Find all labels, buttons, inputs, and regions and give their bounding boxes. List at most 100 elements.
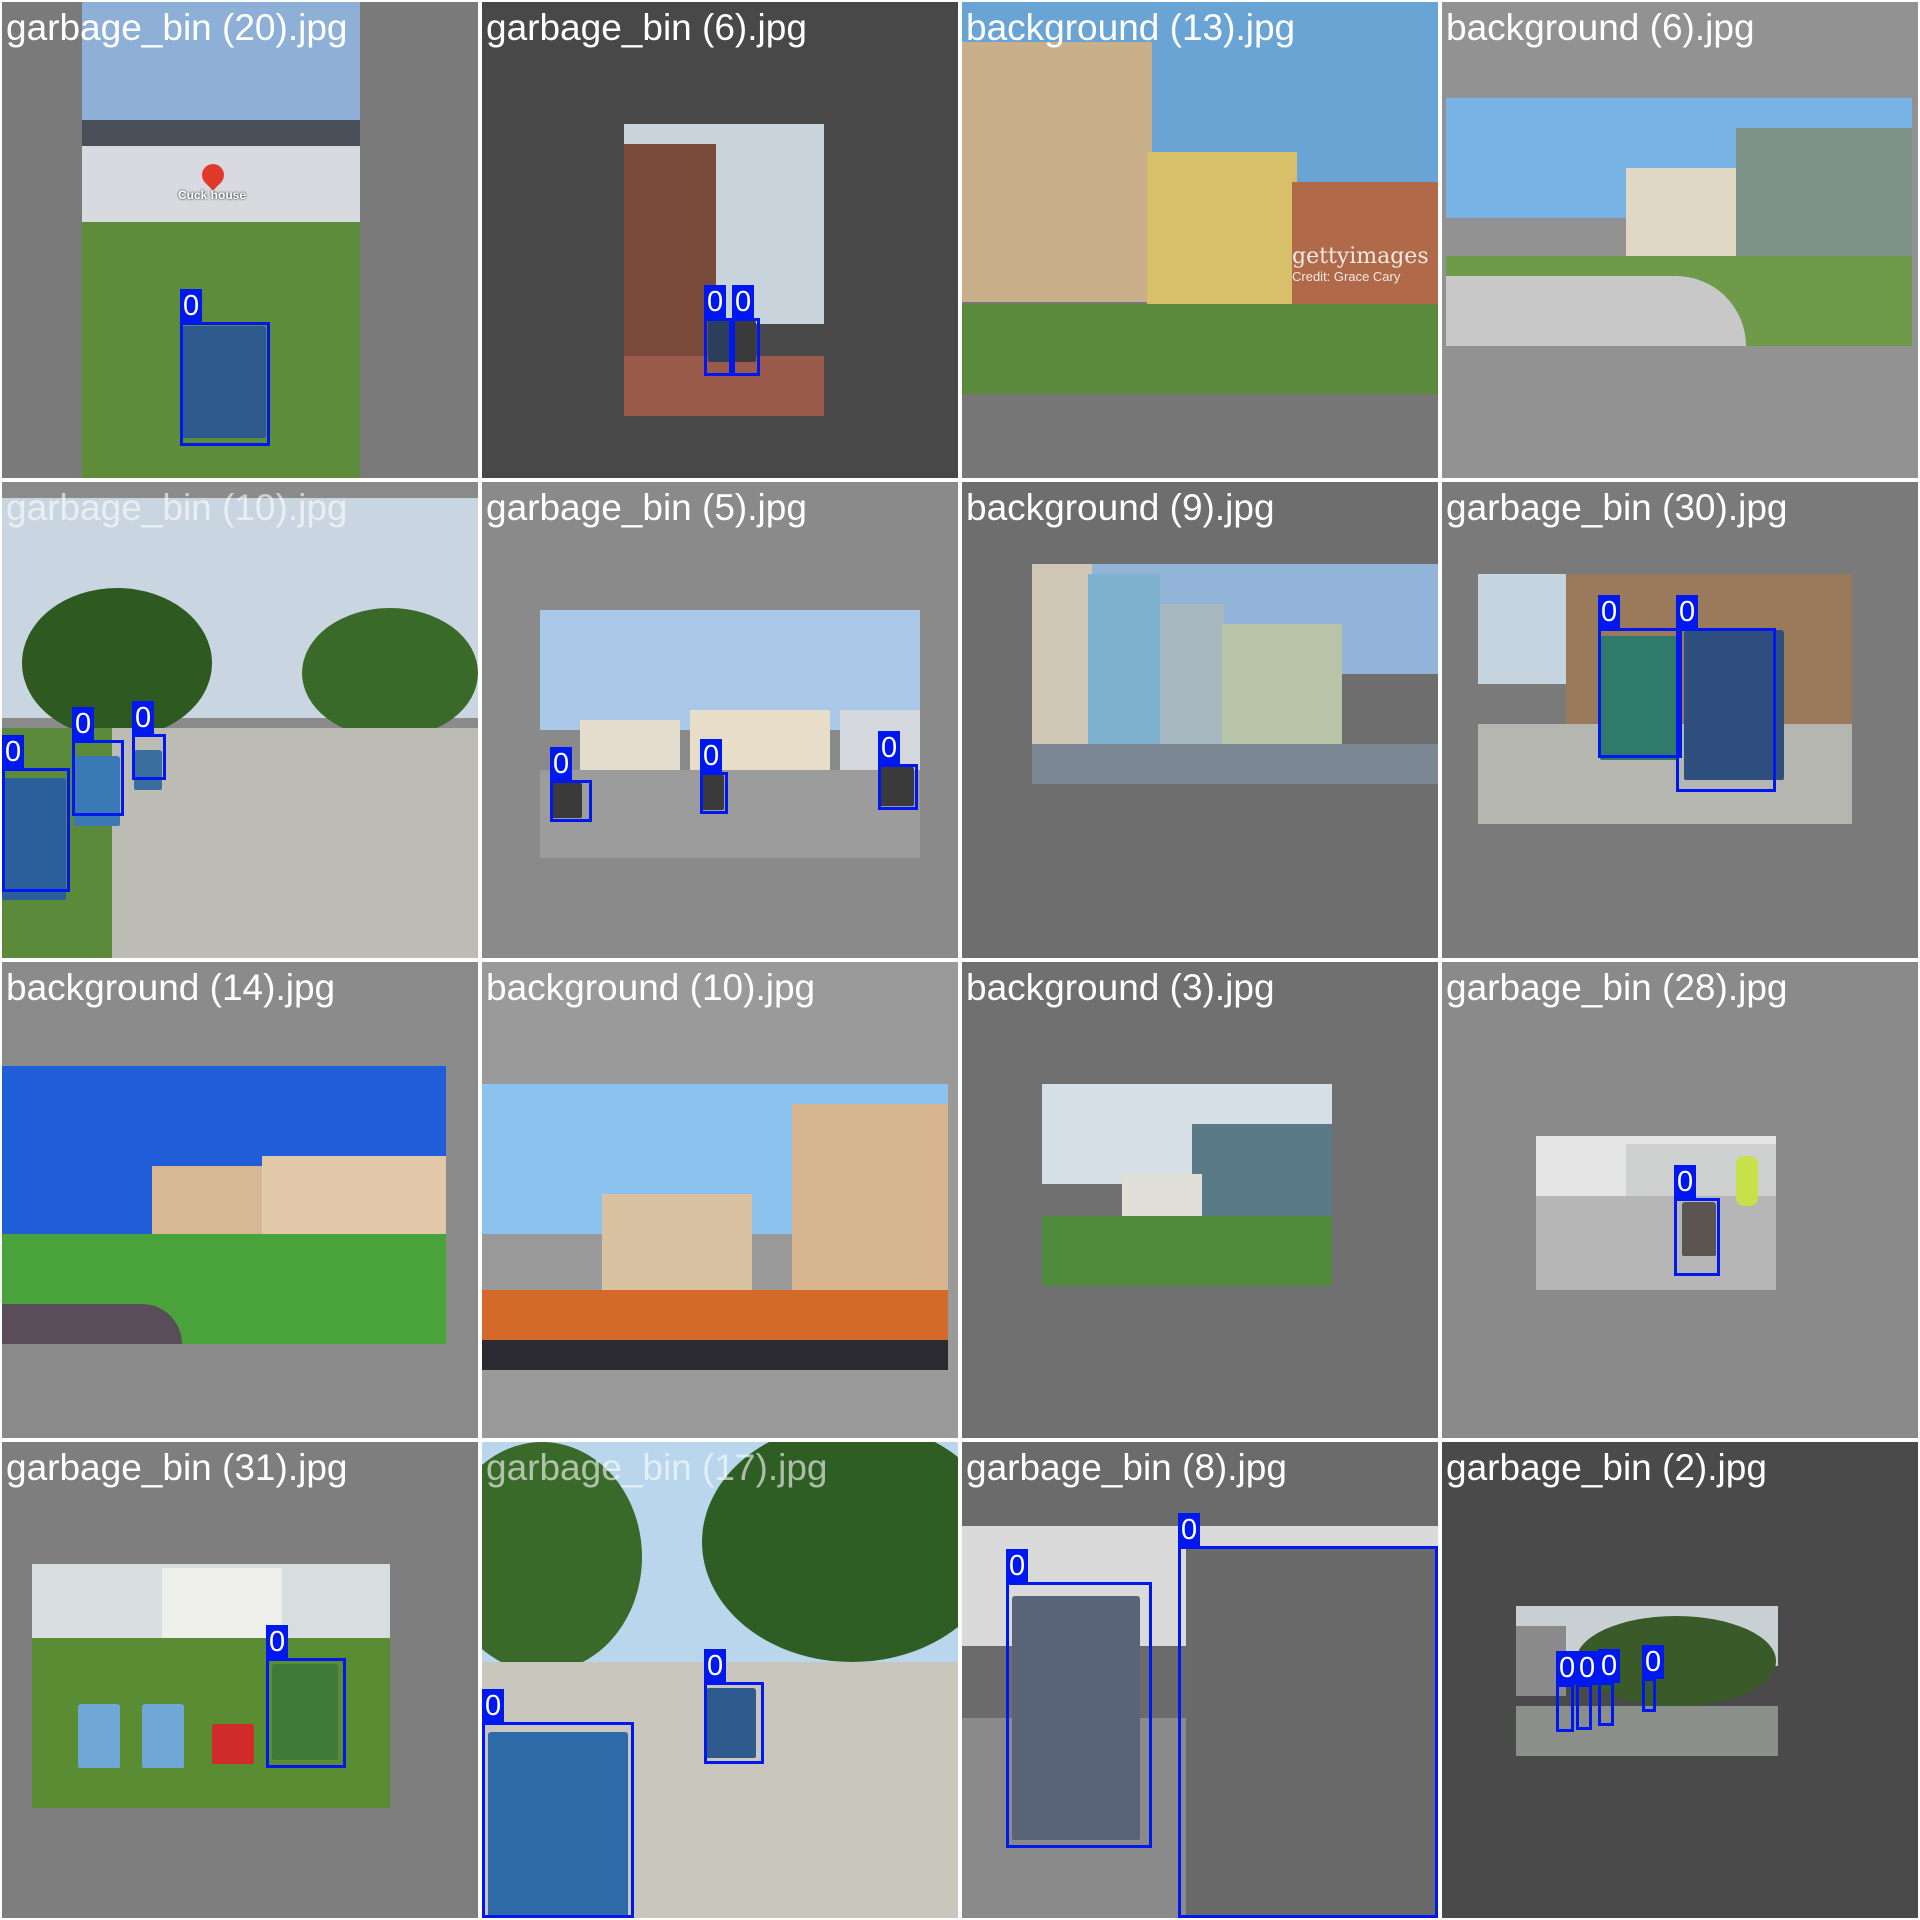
image-filename: garbage_bin (5).jpg	[486, 487, 807, 528]
detection-label: 0	[1598, 595, 1621, 629]
watermark-brand: gettyimages	[1292, 244, 1429, 269]
image-filename: background (14).jpg	[6, 967, 336, 1008]
detection-label: 0	[1178, 1513, 1201, 1547]
detection-label: 0	[1576, 1651, 1599, 1685]
image-filename: background (6).jpg	[1446, 7, 1755, 48]
mosaic-tile: Cuck house 0 garbage_bin (20).jpg	[2, 2, 478, 478]
detection-box: 0	[1676, 595, 1776, 792]
road	[482, 1340, 948, 1370]
street	[1032, 744, 1438, 784]
image-filename: garbage_bin (2).jpg	[1446, 1447, 1767, 1488]
road	[2, 1304, 182, 1344]
detection-label: 0	[2, 735, 25, 769]
house	[580, 720, 680, 770]
mosaic-tile: 0 garbage_bin (28).jpg	[1442, 962, 1918, 1438]
mosaic-tile: background (3).jpg	[962, 962, 1438, 1438]
image-filename: garbage_bin (31).jpg	[6, 1447, 348, 1488]
image-filename: garbage_bin (30).jpg	[1446, 487, 1788, 528]
photo	[540, 610, 920, 858]
detection-box: 0	[180, 289, 270, 446]
photo	[482, 1084, 948, 1370]
detection-box: 0	[1598, 595, 1682, 758]
road	[1446, 276, 1746, 346]
image-filename: garbage_bin (10).jpg	[6, 487, 348, 528]
detection-box: 0	[1006, 1549, 1152, 1848]
photo	[1032, 564, 1438, 784]
road	[112, 728, 478, 958]
image-filename: background (9).jpg	[966, 487, 1275, 528]
image-mosaic: Cuck house 0 garbage_bin (20).jpg 0 0 ga…	[0, 0, 1920, 1920]
detection-box: 0	[704, 285, 732, 376]
mosaic-tile: background (9).jpg	[962, 482, 1438, 958]
mosaic-tile: 0 0 garbage_bin (17).jpg	[482, 1442, 958, 1918]
detection-box: 0	[72, 707, 124, 816]
detection-box: 0	[1178, 1513, 1438, 1918]
detection-box: 0	[482, 1689, 634, 1918]
detection-label: 0	[72, 707, 95, 741]
detection-box: 0	[1674, 1165, 1720, 1276]
street	[540, 770, 920, 858]
house	[262, 1156, 446, 1246]
mosaic-tile: gettyimages Credit: Grace Cary background…	[962, 2, 1438, 478]
detection-box: 0	[266, 1625, 346, 1768]
mosaic-tile: 0 0 garbage_bin (6).jpg	[482, 2, 958, 478]
detection-label: 0	[704, 285, 727, 319]
image-filename: garbage_bin (20).jpg	[6, 7, 348, 48]
detection-box: 0	[878, 731, 918, 810]
image-filename: background (3).jpg	[966, 967, 1275, 1008]
image-filename: garbage_bin (6).jpg	[486, 7, 807, 48]
detection-label: 0	[1674, 1165, 1697, 1199]
photo: gettyimages Credit: Grace Cary	[962, 2, 1438, 394]
detection-box: 0	[550, 747, 592, 822]
image-filename: garbage_bin (8).jpg	[966, 1447, 1287, 1488]
detection-label: 0	[482, 1689, 505, 1723]
garbage-bin	[212, 1724, 254, 1764]
lawn	[1042, 1216, 1332, 1286]
photo	[2, 1066, 446, 1344]
detection-label: 0	[132, 701, 155, 735]
mosaic-tile: background (6).jpg	[1442, 2, 1918, 478]
mosaic-tile: 0 garbage_bin (31).jpg	[2, 1442, 478, 1918]
detection-box: 0	[1598, 1649, 1621, 1726]
detection-label: 0	[1642, 1645, 1665, 1679]
detection-label: 0	[1598, 1649, 1621, 1683]
detection-box: 0	[700, 739, 728, 814]
detection-label: 0	[704, 1649, 727, 1683]
photo	[1536, 1136, 1776, 1290]
image-filename: garbage_bin (28).jpg	[1446, 967, 1788, 1008]
watermark: gettyimages Credit: Grace Cary	[1292, 244, 1429, 284]
worker	[1736, 1156, 1758, 1206]
house	[1192, 1124, 1332, 1224]
house	[1147, 152, 1297, 312]
detection-box: 0	[704, 1649, 764, 1764]
lawn	[962, 304, 1438, 394]
mosaic-tile: 0 0 0 garbage_bin (10).jpg	[2, 482, 478, 958]
detection-box: 0	[1576, 1651, 1599, 1730]
detection-label: 0	[878, 731, 901, 765]
detection-box: 0	[132, 701, 166, 780]
detection-box: 0	[1642, 1645, 1665, 1712]
mosaic-tile: 0 0 garbage_bin (8).jpg	[962, 1442, 1438, 1918]
detection-label: 0	[732, 285, 755, 319]
mosaic-tile: 0 0 garbage_bin (30).jpg	[1442, 482, 1918, 958]
house	[602, 1194, 752, 1304]
detection-label: 0	[1006, 1549, 1029, 1583]
detection-box: 0	[1556, 1651, 1579, 1732]
house	[792, 1104, 948, 1314]
garbage-bin	[142, 1704, 184, 1768]
detection-label: 0	[180, 289, 203, 323]
mosaic-tile: background (14).jpg	[2, 962, 478, 1438]
tree	[22, 588, 212, 738]
mosaic-tile: 0 0 0 garbage_bin (5).jpg	[482, 482, 958, 958]
detection-label: 0	[1676, 595, 1699, 629]
house	[1626, 168, 1746, 258]
detection-box: 0	[2, 735, 70, 892]
photo	[1042, 1084, 1332, 1286]
detection-label: 0	[266, 1625, 289, 1659]
watermark-credit: Credit: Grace Cary	[1292, 269, 1401, 284]
detection-label: 0	[550, 747, 573, 781]
image-filename: background (13).jpg	[966, 7, 1296, 48]
image-filename: garbage_bin (17).jpg	[486, 1447, 828, 1488]
brick-wall	[624, 144, 716, 376]
place-label: Cuck house	[178, 188, 247, 202]
